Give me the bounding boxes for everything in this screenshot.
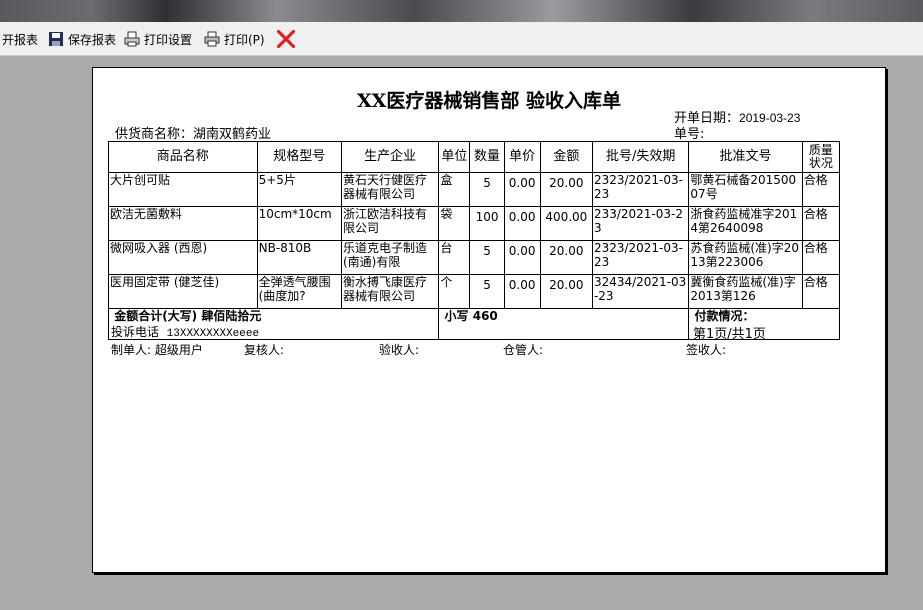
maker-label: 制单人: xyxy=(111,343,152,357)
col-header-amount: 金额 xyxy=(539,141,593,173)
cell-approval-no: 苏食药监械(准)字2013第223006 xyxy=(688,240,803,275)
cell-quantity: 100 xyxy=(469,206,505,241)
reviewer-label: 复核人: xyxy=(244,343,285,357)
cell-batch-expiry: 2323/2021-03-23 xyxy=(591,172,690,207)
cell-manufacturer: 浙江欧洁科技有限公司 xyxy=(340,206,440,241)
cell-unit: 袋 xyxy=(438,206,471,241)
order-number-label: 单号: xyxy=(674,127,705,142)
cell-manufacturer: 黄石天行健医疗器械有限公司 xyxy=(340,172,440,207)
cell-quality: 合格 xyxy=(801,172,841,207)
cell-quality: 合格 xyxy=(801,240,841,275)
print-label: 打印(P) xyxy=(224,32,265,47)
complaint-label: 投诉电话 xyxy=(111,325,160,339)
cell-manufacturer: 衡水搏飞康医疗器械有限公司 xyxy=(340,274,440,309)
table-row: 欧洁无菌敷料 10cm*10cm 浙江欧洁科技有限公司 袋 100 0.00 4… xyxy=(108,206,841,241)
cell-unit-price: 0.00 xyxy=(503,172,541,207)
cell-amount: 400.00 xyxy=(539,206,593,241)
total-lower-label: 小写 xyxy=(444,309,469,324)
print-setup-label: 打印设置 xyxy=(144,32,193,47)
page-info: 第1页/共1页 xyxy=(693,327,766,342)
cell-quantity: 5 xyxy=(469,240,505,275)
print-setup-icon xyxy=(124,31,140,47)
col-header-manufacturer: 生产企业 xyxy=(340,141,440,173)
order-number: 单号: xyxy=(674,123,704,142)
save-report-label: 保存报表 xyxy=(68,32,117,47)
complaint-phone-value: 13XXXXXXXXeeee xyxy=(166,328,260,340)
cell-approval-no: 浙食药监械准字2014第2640098 xyxy=(688,206,803,241)
save-report-button[interactable]: 保存报表 xyxy=(48,29,116,49)
close-button[interactable] xyxy=(276,29,300,49)
cell-quality: 合格 xyxy=(801,206,841,241)
open-report-label: 开报表 xyxy=(2,32,39,47)
cell-batch-expiry: 2323/2021-03-23 xyxy=(591,240,690,275)
goods-table: 商品名称 规格型号 生产企业 单位 数量 单价 金额 批号/失效期 批准文号 质… xyxy=(107,141,841,340)
cell-spec: 5+5片 xyxy=(256,172,342,207)
cell-amount: 20.00 xyxy=(539,240,593,275)
payment-label: 付款情况： xyxy=(694,309,755,324)
cell-quantity: 5 xyxy=(469,274,505,309)
open-report-button[interactable]: 开报表 xyxy=(2,29,38,49)
supplier-label: 供货商名称： xyxy=(115,127,194,142)
open-date-value: 2019-03-23 xyxy=(739,111,801,125)
col-header-name: 商品名称 xyxy=(108,141,258,173)
cell-unit: 个 xyxy=(438,274,471,309)
cell-quantity: 5 xyxy=(469,172,505,207)
cell-unit-price: 0.00 xyxy=(503,240,541,275)
cell-manufacturer: 乐道克电子制造(南通)有限 xyxy=(340,240,440,275)
cell-amount: 20.00 xyxy=(539,172,593,207)
col-header-spec: 规格型号 xyxy=(256,141,342,173)
receiver-label: 验收人: xyxy=(379,343,420,357)
cell-spec: 10cm*10cm xyxy=(256,206,342,241)
cell-approval-no: 鄂黄石械备20150007号 xyxy=(688,172,803,207)
toolbar: 开报表 保存报表 打印设置 打印(P) xyxy=(0,22,923,56)
cell-quality: 合格 xyxy=(801,274,841,309)
col-header-unit-price: 单价 xyxy=(503,141,541,173)
complaint-phone: 投诉电话 13XXXXXXXXeeee xyxy=(111,323,259,340)
total-lower-value: 460 xyxy=(472,309,498,324)
col-header-quantity: 数量 xyxy=(469,141,505,173)
total-upper-label: 金额合计(大写) xyxy=(114,309,198,324)
cell-batch-expiry: 32434/2021-03-23 xyxy=(591,274,690,309)
keeper-label: 仓管人: xyxy=(503,343,544,357)
cell-batch-expiry: 233/2021-03-23 xyxy=(591,206,690,241)
col-header-approval-no: 批准文号 xyxy=(688,141,803,173)
maker-value: 超级用户 xyxy=(154,343,203,357)
save-icon xyxy=(49,32,63,46)
table-row: 大片创可贴 5+5片 黄石天行健医疗器械有限公司 盒 5 0.00 20.00 … xyxy=(108,172,841,207)
cell-spec: NB-810B xyxy=(256,240,342,275)
close-icon xyxy=(276,29,296,49)
col-header-batch-expiry: 批号/失效期 xyxy=(591,141,690,173)
table-row: 医用固定带 (健芝佳) 全弹透气腰围(曲度加? 衡水搏飞康医疗器械有限公司 个 … xyxy=(108,274,841,309)
total-lower-cell: 小写 460 xyxy=(438,308,690,340)
cell-unit: 台 xyxy=(438,240,471,275)
report-page: XX医疗器械销售部 验收入库单 开单日期：2019-03-23 供货商名称：湖南… xyxy=(92,67,886,573)
cell-name: 微网吸入器 (西恩) xyxy=(108,240,258,275)
cell-name: 欧洁无菌敷料 xyxy=(108,206,258,241)
cell-approval-no: 冀衡食药监械(准)字2013第126 xyxy=(688,274,803,309)
title-bar xyxy=(0,0,923,22)
col-header-quality: 质量状况 xyxy=(801,141,841,173)
supplier-value: 湖南双鹤药业 xyxy=(193,127,272,142)
cell-unit: 盒 xyxy=(438,172,471,207)
table-header-row: 商品名称 规格型号 生产企业 单位 数量 单价 金额 批号/失效期 批准文号 质… xyxy=(108,141,841,173)
maker: 制单人: 超级用户 xyxy=(111,341,203,358)
supplier: 供货商名称：湖南双鹤药业 xyxy=(115,123,271,142)
signer-label: 签收人: xyxy=(686,343,727,357)
cell-name: 医用固定带 (健芝佳) xyxy=(108,274,258,309)
table-row: 微网吸入器 (西恩) NB-810B 乐道克电子制造(南通)有限 台 5 0.0… xyxy=(108,240,841,275)
cell-spec: 全弹透气腰围(曲度加? xyxy=(256,274,342,309)
print-button[interactable]: 打印(P) xyxy=(204,29,265,49)
cell-unit-price: 0.00 xyxy=(503,206,541,241)
cell-amount: 20.00 xyxy=(539,274,593,309)
print-setup-button[interactable]: 打印设置 xyxy=(124,29,192,49)
printer-icon xyxy=(204,31,220,47)
col-header-unit: 单位 xyxy=(438,141,471,173)
total-upper-value: 肆佰陆拾元 xyxy=(201,309,262,324)
cell-unit-price: 0.00 xyxy=(503,274,541,309)
cell-name: 大片创可贴 xyxy=(108,172,258,207)
